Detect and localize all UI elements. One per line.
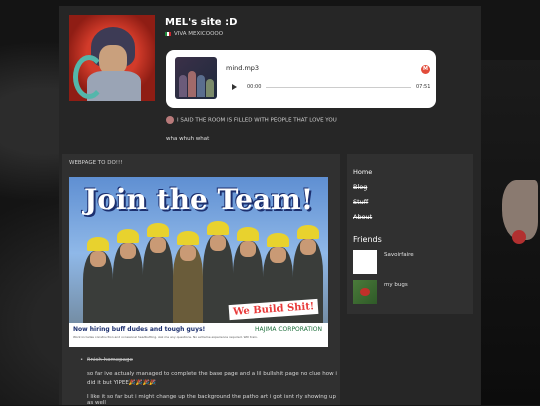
status-text: I SAID THE ROOM IS FILLED WITH PEOPLE TH… (177, 117, 337, 124)
nav-about[interactable]: About (353, 213, 372, 221)
background-figure (480, 60, 540, 405)
main-content: WEBPAGE TO DO!!! Join the Team! We Build… (62, 154, 340, 406)
poster-title: Join the Team! (83, 183, 314, 216)
company-logo: HAJIMA CORPORATION (255, 326, 322, 334)
subtitle-text: VIVA MEXICOOOO (174, 31, 224, 37)
friends-heading: Friends (353, 235, 382, 244)
progress-track[interactable] (266, 87, 411, 88)
play-icon[interactable] (232, 84, 237, 90)
nav-home[interactable]: Home (353, 168, 372, 176)
poster-footer: Now hiring buff dudes and tough guys! Wo… (69, 323, 328, 347)
time-total: 07:51 (416, 84, 431, 90)
todo-item: finish homepage (80, 357, 133, 363)
whuh-text: wha whuh what (166, 136, 210, 142)
profile-avatar (69, 15, 155, 101)
sidebar: Home Blog Stuff About Friends Savoirfair… (347, 154, 473, 314)
small-avatar (166, 116, 174, 124)
track-filename: mind.mp3 (226, 64, 260, 72)
mexico-flag-icon (165, 31, 171, 36)
nav-stuff[interactable]: Stuff (353, 198, 368, 206)
company-name: HAJIMA CORPORATION (255, 326, 322, 333)
site-subtitle: VIVA MEXICOOOO (165, 31, 223, 37)
friend-avatar-my-bugs[interactable] (353, 280, 377, 304)
poster-footer-line2: Work includes construction and occasiona… (73, 335, 258, 339)
status-line: I SAID THE ROOM IS FILLED WITH PEOPLE TH… (166, 116, 337, 124)
friend-name-my-bugs[interactable]: my bugs (384, 282, 408, 288)
nav-blog[interactable]: Blog (353, 183, 367, 191)
time-current: 00:00 (247, 84, 262, 90)
menu-badge-icon[interactable]: M (421, 65, 430, 74)
progress-paragraph: so far ive actualy managed to complete t… (87, 371, 337, 386)
friend-avatar-savoirfaire[interactable] (353, 250, 377, 274)
section-heading: WEBPAGE TO DO!!! (69, 160, 123, 166)
background-paragraph: I like it so far but i might change up t… (87, 394, 336, 406)
poster-footer-line1: Now hiring buff dudes and tough guys! (73, 326, 206, 333)
audio-player: mind.mp3 00:00 07:51 M (166, 50, 436, 108)
join-team-poster: Join the Team! We Build Shit! Now hiring… (69, 177, 328, 347)
friend-name-savoirfaire[interactable]: Savoirfaire (384, 252, 414, 258)
album-cover (175, 57, 217, 99)
site-title: MEL's site :D (165, 17, 238, 28)
